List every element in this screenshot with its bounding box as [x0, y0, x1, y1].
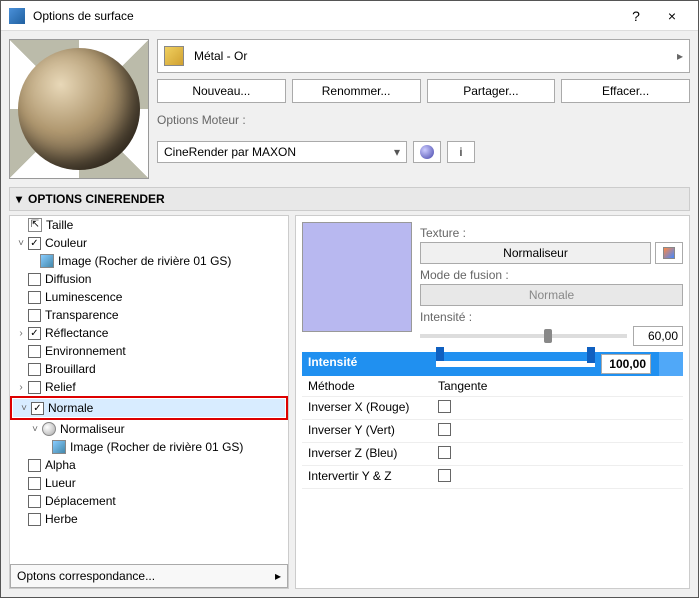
param-invz-row: Inverser Z (Bleu) [302, 443, 683, 466]
chevron-right-icon: ▸ [677, 49, 683, 63]
tree-item-relief[interactable]: ›Relief [10, 378, 288, 396]
parameter-table: Intensité 100,00 Méthode Tangente Invers… [302, 352, 683, 489]
texture-button[interactable]: Normaliseur [420, 242, 651, 264]
section-title: OPTIONS CINERENDER [28, 192, 165, 206]
checkbox-icon[interactable] [28, 381, 41, 394]
material-selector[interactable]: Métal - Or ▸ [157, 39, 690, 73]
tree-item-herbe[interactable]: Herbe [10, 510, 288, 528]
sphere-icon [42, 422, 56, 436]
param-invx-row: Inverser X (Rouge) [302, 397, 683, 420]
tree-item-image2[interactable]: Image (Rocher de rivière 01 GS) [10, 438, 288, 456]
tree-item-reflectance[interactable]: ›Réflectance [10, 324, 288, 342]
titlebar: Options de surface ? × [1, 1, 698, 31]
engine-label: Options Moteur : [157, 113, 690, 127]
tree-pane: ⇱Taille ˅Couleur Image (Rocher de rivièr… [9, 215, 289, 589]
material-swatch [164, 46, 184, 66]
tree-item-alpha[interactable]: Alpha [10, 456, 288, 474]
picker-icon [663, 247, 675, 259]
expand-icon: ⇱ [28, 218, 42, 232]
chevron-down-icon: ▾ [16, 192, 22, 206]
blend-button: Normale [420, 284, 683, 306]
delete-button[interactable]: Effacer... [561, 79, 690, 103]
tree-item-diffusion[interactable]: Diffusion [10, 270, 288, 288]
engine-render-button[interactable] [413, 141, 441, 163]
checkbox[interactable] [438, 423, 451, 436]
matching-options-button[interactable]: Optons correspondance... ▸ [10, 564, 288, 588]
checkbox-icon[interactable] [28, 513, 41, 526]
info-icon: i [460, 145, 463, 159]
checkbox[interactable] [438, 446, 451, 459]
image-icon [52, 440, 66, 454]
tree-item-normale-highlight: ˅Normale [10, 396, 288, 420]
cinerender-section-header[interactable]: ▾ OPTIONS CINERENDER [9, 187, 690, 211]
close-button[interactable]: × [654, 2, 690, 30]
param-methode-row: Méthode Tangente [302, 376, 683, 397]
help-button[interactable]: ? [618, 2, 654, 30]
checkbox-icon[interactable] [31, 402, 44, 415]
param-swapyz-row: Intervertir Y & Z [302, 466, 683, 489]
tree-item-deplacement[interactable]: Déplacement [10, 492, 288, 510]
texture-picker-button[interactable] [655, 242, 683, 264]
param-methode-value[interactable]: Tangente [432, 376, 683, 396]
engine-select[interactable]: CineRender par MAXON [157, 141, 407, 163]
checkbox-icon[interactable] [28, 477, 41, 490]
tree-item-transparence[interactable]: Transparence [10, 306, 288, 324]
checkbox-icon[interactable] [28, 345, 41, 358]
globe-icon [420, 145, 434, 159]
new-button[interactable]: Nouveau... [157, 79, 286, 103]
tree-item-luminescence[interactable]: Luminescence [10, 288, 288, 306]
tree-item-image1[interactable]: Image (Rocher de rivière 01 GS) [10, 252, 288, 270]
engine-info-button[interactable]: i [447, 141, 475, 163]
material-preview-sphere [9, 39, 149, 179]
blend-label: Mode de fusion : [420, 268, 683, 282]
slider-thumb-icon[interactable] [587, 347, 595, 363]
tree-item-lueur[interactable]: Lueur [10, 474, 288, 492]
app-icon [9, 8, 25, 24]
properties-pane: Texture : Normaliseur Mode de fusion : N… [295, 215, 690, 589]
content: Métal - Or ▸ Nouveau... Renommer... Part… [1, 31, 698, 597]
material-name: Métal - Or [194, 49, 677, 63]
checkbox-icon[interactable] [28, 273, 41, 286]
rename-button[interactable]: Renommer... [292, 79, 421, 103]
intensity-value[interactable]: 60,00 [633, 326, 683, 346]
param-intensite-value[interactable]: 100,00 [601, 354, 651, 374]
tree-item-taille[interactable]: ⇱Taille [10, 216, 288, 234]
checkbox-icon[interactable] [28, 327, 41, 340]
checkbox-icon[interactable] [28, 459, 41, 472]
share-button[interactable]: Partager... [427, 79, 556, 103]
image-icon [40, 254, 54, 268]
intensity-label: Intensité : [420, 310, 683, 324]
tree-item-couleur[interactable]: ˅Couleur [10, 234, 288, 252]
texture-preview [302, 222, 412, 332]
checkbox[interactable] [438, 469, 451, 482]
checkbox-icon[interactable] [28, 495, 41, 508]
checkbox[interactable] [438, 400, 451, 413]
window-title: Options de surface [33, 9, 618, 23]
param-invy-row: Inverser Y (Vert) [302, 420, 683, 443]
checkbox-icon[interactable] [28, 237, 41, 250]
param-intensite-row: Intensité 100,00 [302, 352, 683, 376]
tree-item-environnement[interactable]: Environnement [10, 342, 288, 360]
tree-item-normale[interactable]: ˅Normale [13, 399, 285, 417]
checkbox-icon[interactable] [28, 291, 41, 304]
tree-item-brouillard[interactable]: Brouillard [10, 360, 288, 378]
param-label: Intensité [302, 352, 432, 376]
spinner-icon[interactable] [659, 352, 683, 376]
intensity-slider[interactable] [420, 334, 627, 338]
param-intensite-slider[interactable] [432, 352, 599, 376]
chevron-right-icon: ▸ [275, 569, 281, 583]
tree-item-normaliseur[interactable]: ˅Normaliseur [10, 420, 288, 438]
checkbox-icon[interactable] [28, 363, 41, 376]
texture-label: Texture : [420, 226, 683, 240]
checkbox-icon[interactable] [28, 309, 41, 322]
